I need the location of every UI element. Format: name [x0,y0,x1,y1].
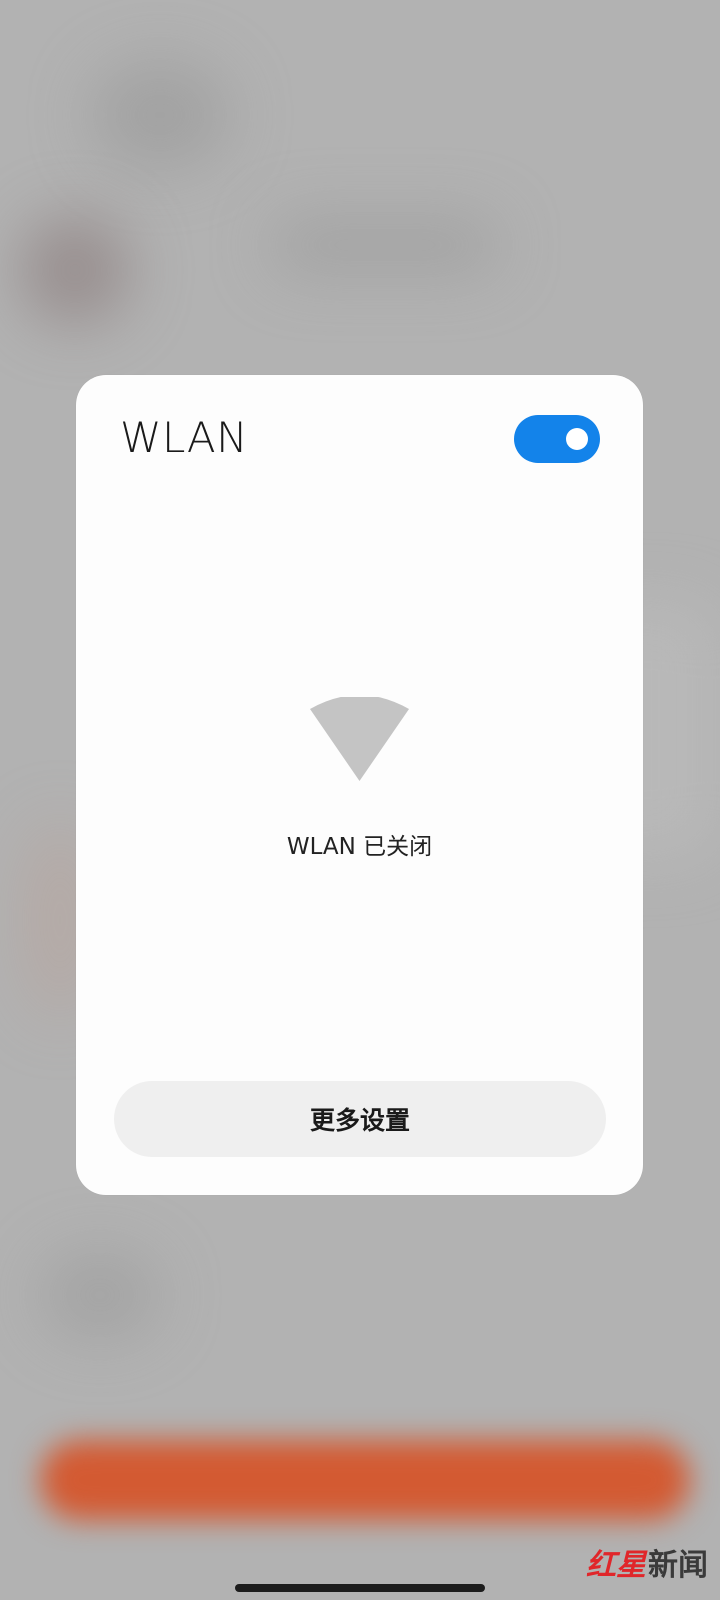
watermark-red-text: 红星 [586,1548,646,1583]
wifi-off-icon [310,697,409,781]
watermark-logo: 红星 新闻 [586,1540,708,1584]
more-settings-button[interactable]: 更多设置 [114,1081,606,1157]
background-blur [20,215,130,325]
dialog-title: WLAN [120,413,249,462]
home-indicator[interactable] [235,1584,485,1592]
wlan-status-text: WLAN 已关闭 [286,834,433,860]
background-blur [270,215,500,275]
toggle-knob [566,428,588,450]
background-orange-bar [40,1440,690,1520]
background-blur [90,60,230,170]
wlan-toggle[interactable] [514,415,600,463]
background-blur [40,1250,160,1340]
watermark-dark-text: 新闻 [648,1548,708,1583]
wlan-dialog: WLAN WLAN 已关闭 更多设置 [76,375,643,1195]
